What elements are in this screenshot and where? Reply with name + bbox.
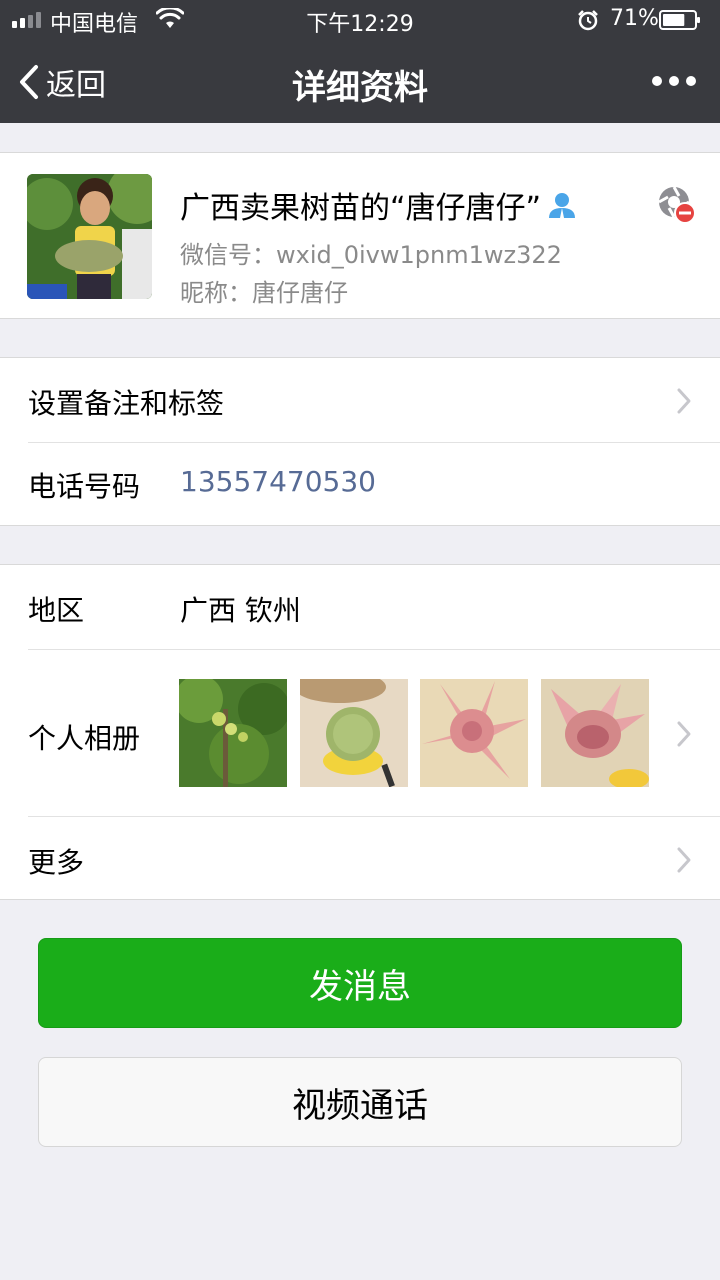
- more-dots-icon: [686, 76, 696, 86]
- profile-name: 广西卖果树苗的“唐仔唐仔”: [180, 191, 542, 226]
- navigation-bar: 返回 详细资料: [0, 40, 720, 123]
- moments-blocked-icon[interactable]: [657, 185, 695, 223]
- wechat-id: 微信号：wxid_0ivw1pnm1wz322: [180, 241, 562, 269]
- profile-name-row: 广西卖果树苗的“唐仔唐仔”: [180, 183, 577, 227]
- more-dots-icon: [669, 76, 679, 86]
- battery-icon: [659, 10, 700, 30]
- album-row[interactable]: 个人相册: [0, 565, 720, 816]
- details-card: 地区 广西 钦州 个人相册 更多: [0, 564, 720, 900]
- alarm-icon: [578, 10, 598, 31]
- contact-info-card: 设置备注和标签 电话号码 13557470530: [0, 357, 720, 526]
- top-header: 中国电信 下午12:29 71% 返回 详细资料: [0, 0, 720, 123]
- page-title: 详细资料: [292, 68, 428, 108]
- chevron-right-icon: [677, 721, 691, 747]
- person-icon: [549, 193, 576, 218]
- peeled-pomelo-photo-2: [541, 679, 649, 787]
- battery-percent: 71%: [610, 6, 659, 31]
- profile-card: 广西卖果树苗的“唐仔唐仔” 微信号：wxid_0ivw1pnm1wz322 昵称…: [0, 152, 720, 319]
- album-photo[interactable]: [300, 679, 408, 787]
- remark-tags-label: 设置备注和标签: [28, 387, 225, 420]
- more-label: 更多: [28, 846, 85, 879]
- avatar[interactable]: [27, 174, 152, 299]
- album-photo[interactable]: [420, 679, 528, 787]
- avatar-photo: [27, 174, 152, 299]
- video-call-button[interactable]: 视频通话: [38, 1057, 682, 1147]
- remark-tags-row[interactable]: 设置备注和标签: [0, 358, 720, 442]
- phone-label: 电话号码: [28, 470, 141, 503]
- album-photo[interactable]: [179, 679, 287, 787]
- pomelo-fruit-photo: [300, 679, 408, 787]
- status-bar: 中国电信 下午12:29 71%: [0, 0, 720, 40]
- chevron-right-icon: [677, 388, 691, 414]
- phone-number[interactable]: 13557470530: [180, 465, 376, 498]
- pomelo-tree-photo: [179, 679, 287, 787]
- nickname: 昵称：唐仔唐仔: [180, 279, 348, 307]
- chevron-right-icon: [677, 847, 691, 873]
- album-label: 个人相册: [28, 722, 141, 755]
- send-message-button[interactable]: 发消息: [38, 938, 682, 1028]
- album-photo[interactable]: [541, 679, 649, 787]
- phone-row[interactable]: 电话号码 13557470530: [0, 443, 720, 527]
- more-dots-icon: [652, 76, 662, 86]
- more-row[interactable]: 更多: [0, 817, 720, 901]
- peeled-pomelo-photo: [420, 679, 528, 787]
- more-button[interactable]: [652, 72, 696, 90]
